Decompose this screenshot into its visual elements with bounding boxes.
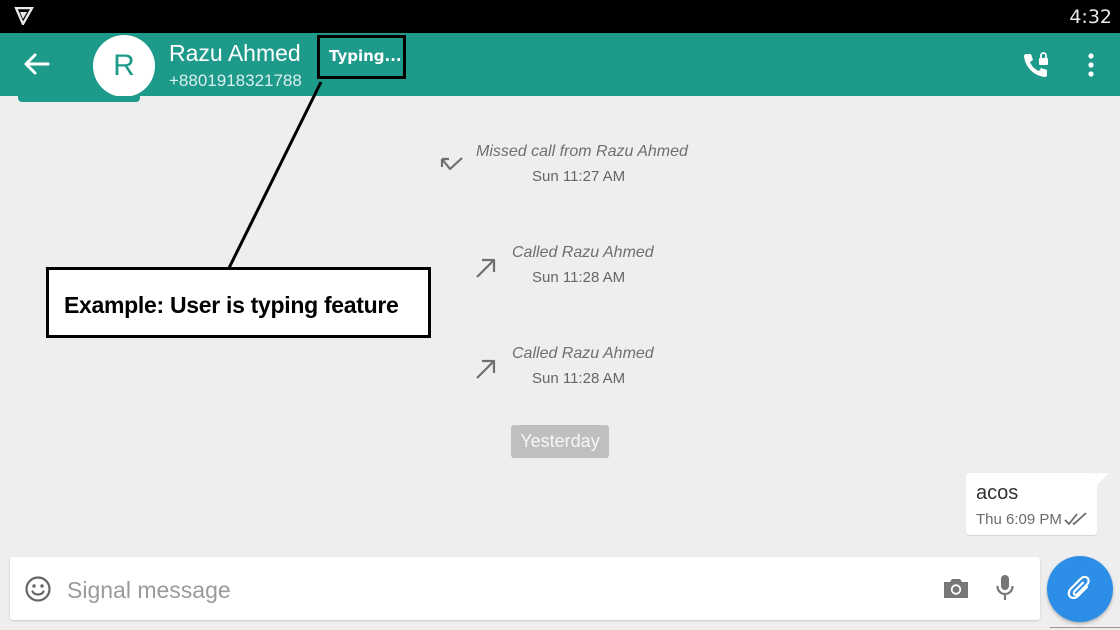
call-lock-icon[interactable] [1022,51,1050,79]
typing-highlight-box: Typing... [317,35,406,79]
paperclip-icon [1067,575,1090,600]
call-log-item-outgoing: Called Razu Ahmed Sun 11:28 AM [440,345,720,395]
bubble-tail [1097,473,1109,485]
microphone-icon[interactable] [995,574,1015,602]
outgoing-call-arrow-icon [476,258,496,278]
call-log-item-outgoing: Called Razu Ahmed Sun 11:28 AM [440,244,720,294]
missed-call-arrow-icon [440,157,463,171]
status-bar: 4:32 [0,0,1120,33]
contact-name[interactable]: Razu Ahmed [169,40,301,67]
camera-icon[interactable] [942,576,970,600]
app-logo-icon [14,7,34,25]
toolbar-tab-strip [18,96,140,102]
overflow-menu-icon[interactable] [1082,51,1100,79]
date-separator: Yesterday [511,425,609,458]
outgoing-call-arrow-icon [476,359,496,379]
call-log-title: Missed call from Razu Ahmed [476,143,688,160]
annotation-label: Example: User is typing feature [64,292,399,318]
bottom-divider [1050,627,1120,628]
contact-phone: +8801918321788 [169,71,302,90]
attach-button[interactable] [1047,556,1113,622]
conversation-toolbar: R Razu Ahmed +8801918321788 Typing... [0,33,1120,97]
message-timestamp: Thu 6:09 PM [976,511,1062,528]
delivered-double-check-icon [1064,512,1087,525]
emoji-icon[interactable] [24,575,52,603]
call-log-time: Sun 11:28 AM [532,370,626,387]
outgoing-message-bubble[interactable]: acos Thu 6:09 PM [966,473,1097,535]
call-log-title: Called Razu Ahmed [512,345,654,362]
call-log-time: Sun 11:27 AM [532,168,626,185]
call-log-title: Called Razu Ahmed [512,244,654,261]
call-log-time: Sun 11:28 AM [532,269,626,286]
message-composer [10,557,1040,620]
avatar-initial: R [113,49,135,82]
message-input[interactable] [65,567,929,613]
annotation-callout: Example: User is typing feature [46,267,431,338]
message-text: acos [976,482,1019,504]
call-log-item-missed: Missed call from Razu Ahmed Sun 11:27 AM [440,143,720,193]
typing-indicator: Typing... [329,47,402,65]
avatar[interactable]: R [93,35,155,97]
back-arrow-icon[interactable] [22,51,50,77]
status-clock: 4:32 [1069,6,1112,28]
